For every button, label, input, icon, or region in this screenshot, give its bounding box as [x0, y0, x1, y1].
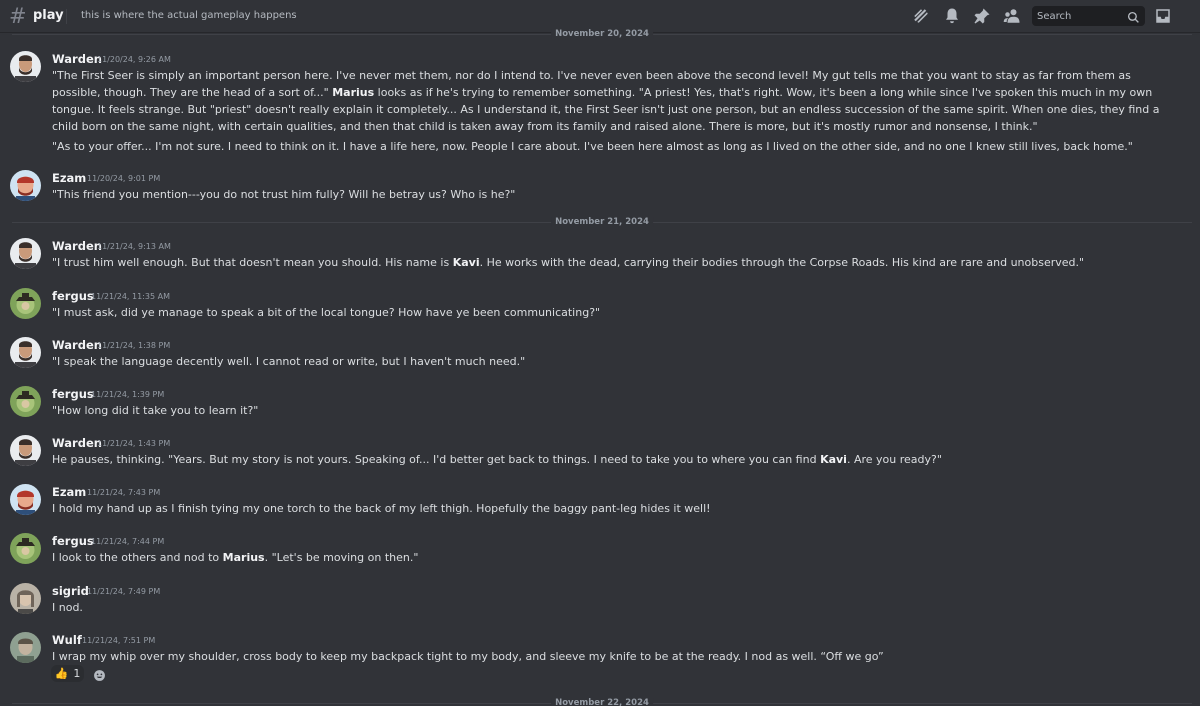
message[interactable]: fergus 11/21/24, 11:35 AM "I must ask, d… — [0, 288, 1200, 322]
message[interactable]: fergus 11/21/24, 7:44 PM I look to the o… — [0, 533, 1200, 567]
mention-name: Marius — [332, 86, 375, 99]
mention-name: Marius — [222, 551, 265, 564]
message[interactable]: Ezam 11/20/24, 9:01 PM "This friend you … — [0, 170, 1200, 204]
message[interactable]: Warden 11/21/24, 1:43 PM He pauses, thin… — [0, 435, 1200, 469]
message-text-part: "I trust him well enough. But that doesn… — [52, 256, 453, 269]
username[interactable]: Wulf — [52, 633, 82, 647]
hashtag-icon: # — [9, 4, 27, 28]
mention-name: Kavi — [820, 453, 847, 466]
pin-icon[interactable] — [971, 5, 993, 27]
timestamp: 11/20/24, 9:26 AM — [97, 55, 171, 64]
mention-name: Kavi — [452, 256, 480, 269]
username[interactable]: Warden — [52, 436, 102, 450]
date-label: November 21, 2024 — [551, 217, 653, 227]
bell-icon[interactable] — [941, 5, 963, 27]
message[interactable]: Wulf 11/21/24, 7:51 PM I wrap my whip ov… — [0, 632, 1200, 687]
message-text: He pauses, thinking. "Years. But my stor… — [52, 451, 1167, 468]
message-text-part: I look to the others and nod to — [52, 551, 223, 564]
username[interactable]: Ezam — [52, 485, 86, 499]
message-text-part: . He works with the dead, carrying their… — [479, 256, 1085, 269]
username[interactable]: fergus — [52, 387, 94, 401]
avatar[interactable] — [10, 288, 41, 319]
timestamp: 11/20/24, 9:01 PM — [87, 174, 161, 183]
avatar[interactable] — [10, 238, 41, 269]
timestamp: 11/21/24, 1:43 PM — [97, 439, 171, 448]
search-input[interactable] — [1037, 8, 1122, 24]
search-bar[interactable] — [1032, 6, 1145, 26]
date-label: November 22, 2024 — [551, 698, 653, 706]
timestamp: 11/21/24, 7:44 PM — [91, 537, 165, 546]
message-text: "As to your offer... I'm not sure. I nee… — [52, 140, 1133, 153]
inbox-icon[interactable] — [1152, 5, 1174, 27]
message-text: "The First Seer is simply an important p… — [52, 67, 1167, 135]
message-text-part: . Are you ready?" — [846, 453, 942, 466]
message-text: I wrap my whip over my shoulder, cross b… — [52, 650, 884, 663]
channel-topic[interactable]: this is where the actual gameplay happen… — [81, 10, 297, 21]
avatar[interactable] — [10, 51, 41, 82]
date-divider: November 21, 2024 — [12, 217, 1192, 227]
date-divider: November 20, 2024 — [12, 29, 1192, 39]
avatar[interactable] — [10, 533, 41, 564]
message-text: "I trust him well enough. But that doesn… — [52, 254, 1167, 271]
timestamp: 11/21/24, 1:39 PM — [91, 390, 165, 399]
timestamp: 11/21/24, 7:43 PM — [87, 488, 161, 497]
message-text-part: . "Let's be moving on then." — [264, 551, 419, 564]
message-text: I hold my hand up as I finish tying my o… — [52, 502, 711, 515]
members-icon[interactable] — [1001, 5, 1023, 27]
date-divider: November 22, 2024 — [12, 698, 1192, 706]
message-text: I nod. — [52, 601, 83, 614]
message-text: I look to the others and nod to Marius. … — [52, 549, 1167, 566]
username[interactable]: Warden — [52, 52, 102, 66]
add-reaction-icon[interactable] — [93, 667, 106, 681]
avatar[interactable] — [10, 583, 41, 614]
message[interactable]: Warden 11/20/24, 9:26 AM "The First Seer… — [0, 51, 1200, 181]
username[interactable]: Warden — [52, 239, 102, 253]
threads-icon[interactable] — [910, 5, 932, 27]
timestamp: 11/21/24, 7:51 PM — [82, 636, 156, 645]
timestamp: 11/21/24, 7:49 PM — [87, 587, 161, 596]
username[interactable]: fergus — [52, 534, 94, 548]
thumbs-up-icon: 👍 — [54, 667, 69, 680]
username[interactable]: Warden — [52, 338, 102, 352]
header-divider — [66, 9, 67, 24]
message[interactable]: Warden 11/21/24, 9:13 AM "I trust him we… — [0, 238, 1200, 272]
avatar[interactable] — [10, 170, 41, 201]
message-text: "This friend you mention---you do not tr… — [52, 188, 516, 201]
message-list[interactable]: November 20, 2024 Warden 11/20/24, 9:26 … — [0, 29, 1200, 706]
timestamp: 11/21/24, 9:13 AM — [97, 242, 171, 251]
message[interactable]: Warden 11/21/24, 1:38 PM "I speak the la… — [0, 337, 1200, 371]
reaction-thumbs-up[interactable]: 👍 1 — [51, 665, 84, 682]
username[interactable]: fergus — [52, 289, 94, 303]
avatar[interactable] — [10, 386, 41, 417]
channel-name: play — [33, 8, 64, 23]
message[interactable]: sigrid 11/21/24, 7:49 PM I nod. — [0, 583, 1200, 617]
username[interactable]: sigrid — [52, 584, 89, 598]
message-text: "I must ask, did ye manage to speak a bi… — [52, 306, 601, 319]
avatar[interactable] — [10, 632, 41, 663]
timestamp: 11/21/24, 11:35 AM — [91, 292, 170, 301]
message-text: "How long did it take you to learn it?" — [52, 404, 259, 417]
message[interactable]: Ezam 11/21/24, 7:43 PM I hold my hand up… — [0, 484, 1200, 518]
timestamp: 11/21/24, 1:38 PM — [97, 341, 171, 350]
message[interactable]: fergus 11/21/24, 1:39 PM "How long did i… — [0, 386, 1200, 420]
avatar[interactable] — [10, 435, 41, 466]
date-label: November 20, 2024 — [551, 29, 653, 39]
reaction-count: 1 — [73, 667, 81, 680]
avatar[interactable] — [10, 337, 41, 368]
username[interactable]: Ezam — [52, 171, 86, 185]
search-icon[interactable] — [1127, 9, 1140, 28]
message-text: "I speak the language decently well. I c… — [52, 355, 526, 368]
avatar[interactable] — [10, 484, 41, 515]
message-text-part: He pauses, thinking. "Years. But my stor… — [52, 453, 821, 466]
